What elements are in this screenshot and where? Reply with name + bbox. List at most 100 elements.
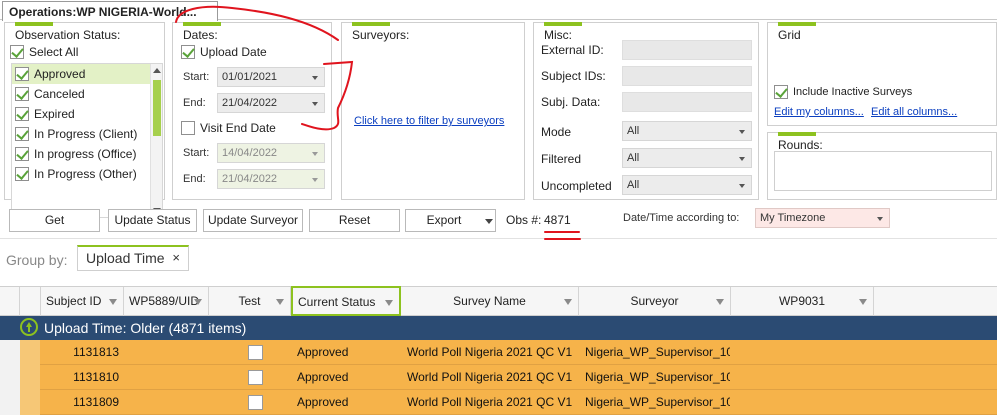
- obs-count-value: 4871: [544, 213, 571, 227]
- list-item-in-progress-other[interactable]: In Progress (Other): [12, 164, 162, 184]
- table-row[interactable]: 1131810 Approved World Poll Nigeria 2021…: [0, 365, 997, 390]
- column-header-current-status[interactable]: Current Status: [291, 286, 401, 316]
- visit-end-date-row[interactable]: Visit End Date: [181, 121, 276, 135]
- rounds-list[interactable]: [774, 151, 992, 191]
- export-button[interactable]: Export: [405, 209, 483, 232]
- filter-icon[interactable]: [109, 299, 117, 305]
- mode-label: Mode: [541, 125, 572, 139]
- column-header-uid[interactable]: WP5889/UID: [124, 287, 209, 316]
- filter-icon[interactable]: [194, 299, 202, 305]
- edit-my-columns-link[interactable]: Edit my columns...: [774, 106, 864, 118]
- list-item-label: In Progress (Client): [34, 127, 138, 141]
- edit-all-columns-link[interactable]: Edit all columns...: [871, 106, 957, 118]
- filtered-value: All: [627, 152, 640, 164]
- filter-icon[interactable]: [859, 299, 867, 305]
- filter-icon[interactable]: [385, 300, 393, 306]
- update-surveyor-button[interactable]: Update Surveyor: [203, 209, 303, 232]
- upload-start-date-picker[interactable]: 01/01/2021: [217, 67, 325, 87]
- filter-icon[interactable]: [564, 299, 572, 305]
- list-item-expired[interactable]: Expired: [12, 104, 162, 124]
- group-by-label: Group by:: [6, 252, 68, 268]
- select-all-row[interactable]: Select All: [10, 45, 78, 59]
- misc-title: Misc:: [544, 28, 572, 42]
- list-item-label: Approved: [34, 67, 86, 81]
- canceled-checkbox[interactable]: [15, 87, 29, 101]
- list-item-label: In progress (Office): [34, 147, 137, 161]
- subject-ids-label: Subject IDs:: [541, 69, 606, 83]
- group-row[interactable]: Upload Time: Older (4871 items): [0, 316, 997, 340]
- in-progress-office-checkbox[interactable]: [15, 147, 29, 161]
- filter-icon[interactable]: [276, 299, 284, 305]
- column-header-test[interactable]: Test: [209, 287, 291, 316]
- update-status-button[interactable]: Update Status: [108, 209, 197, 232]
- expired-checkbox[interactable]: [15, 107, 29, 121]
- export-dropdown-button[interactable]: [482, 209, 496, 232]
- chevron-down-icon: [312, 76, 318, 80]
- tab-operations[interactable]: Operations:WP NIGERIA-World...: [2, 1, 218, 21]
- in-progress-client-checkbox[interactable]: [15, 127, 29, 141]
- upload-date-label: Upload Date: [200, 45, 267, 59]
- test-checkbox[interactable]: [248, 395, 263, 410]
- visit-end-date-picker[interactable]: 21/04/2022: [217, 169, 325, 189]
- filter-surveyors-link[interactable]: Click here to filter by surveyors: [354, 115, 504, 127]
- chevron-down-icon: [312, 152, 318, 156]
- upload-date-checkbox[interactable]: [181, 45, 195, 59]
- status-list: Approved Canceled Expired In Progress (C…: [11, 63, 163, 218]
- reset-button[interactable]: Reset: [309, 209, 400, 232]
- column-header-wp9031[interactable]: WP9031: [731, 287, 874, 316]
- surveyors-panel: Surveyors: Click here to filter by surve…: [341, 22, 525, 200]
- test-checkbox[interactable]: [248, 345, 263, 360]
- group-by-chip[interactable]: Upload Time ×: [77, 245, 189, 271]
- column-title: Subject ID: [46, 294, 102, 308]
- upload-start-value: 01/01/2021: [222, 71, 278, 83]
- timezone-label: Date/Time according to:: [623, 212, 740, 224]
- list-item-label: Expired: [34, 107, 75, 121]
- list-item-canceled[interactable]: Canceled: [12, 84, 162, 104]
- test-checkbox[interactable]: [248, 370, 263, 385]
- column-header-subject-id[interactable]: Subject ID: [41, 287, 124, 316]
- list-item-in-progress-client[interactable]: In Progress (Client): [12, 124, 162, 144]
- chevron-down-icon: [312, 178, 318, 182]
- chevron-down-icon: [312, 102, 318, 106]
- list-item-in-progress-office[interactable]: In progress (Office): [12, 144, 162, 164]
- visit-end-date-checkbox[interactable]: [181, 121, 195, 135]
- external-id-input[interactable]: [622, 40, 752, 60]
- include-inactive-checkbox[interactable]: [774, 85, 788, 99]
- get-button[interactable]: Get: [9, 209, 100, 232]
- subj-data-input[interactable]: [622, 92, 752, 112]
- column-header-surveyor[interactable]: Surveyor: [579, 287, 731, 316]
- table-row[interactable]: 1131809 Approved World Poll Nigeria 2021…: [0, 390, 997, 415]
- in-progress-other-checkbox[interactable]: [15, 167, 29, 181]
- row-indicator: [0, 390, 20, 415]
- panel-accent: [778, 132, 816, 136]
- row-indent: [20, 340, 40, 365]
- column-title: WP5889/UID: [129, 294, 200, 308]
- filter-icon[interactable]: [716, 299, 724, 305]
- cell-surveyor: Nigeria_WP_Supervisor_10: [585, 345, 730, 359]
- scrollbar-thumb[interactable]: [153, 80, 161, 136]
- uncompleted-select[interactable]: All: [622, 175, 752, 195]
- visit-start-date-picker[interactable]: 14/04/2022: [217, 143, 325, 163]
- include-inactive-row[interactable]: Include Inactive Surveys: [774, 85, 912, 99]
- subject-ids-input[interactable]: [622, 66, 752, 86]
- select-all-checkbox[interactable]: [10, 45, 24, 59]
- filtered-select[interactable]: All: [622, 148, 752, 168]
- scroll-up-icon[interactable]: [153, 68, 161, 73]
- cell-surveyor: Nigeria_WP_Supervisor_10: [585, 395, 730, 409]
- table-row[interactable]: 1131813 Approved World Poll Nigeria 2021…: [0, 340, 997, 365]
- collapse-group-icon[interactable]: [20, 318, 38, 336]
- close-icon[interactable]: ×: [172, 250, 180, 265]
- uncompleted-value: All: [627, 179, 640, 191]
- status-list-scrollbar[interactable]: [150, 64, 162, 217]
- cell-survey-name: World Poll Nigeria 2021 QC V1: [407, 395, 573, 409]
- list-item-approved[interactable]: Approved: [12, 64, 162, 84]
- panel-accent: [15, 22, 53, 26]
- upload-end-date-picker[interactable]: 21/04/2022: [217, 93, 325, 113]
- approved-checkbox[interactable]: [15, 67, 29, 81]
- column-header-survey-name[interactable]: Survey Name: [401, 287, 579, 316]
- dates-panel: Dates: Upload Date Start: 01/01/2021 End…: [172, 22, 332, 200]
- upload-date-row[interactable]: Upload Date: [181, 45, 267, 59]
- rounds-panel: Rounds:: [767, 132, 997, 200]
- mode-select[interactable]: All: [622, 121, 752, 141]
- timezone-select[interactable]: My Timezone: [755, 208, 890, 228]
